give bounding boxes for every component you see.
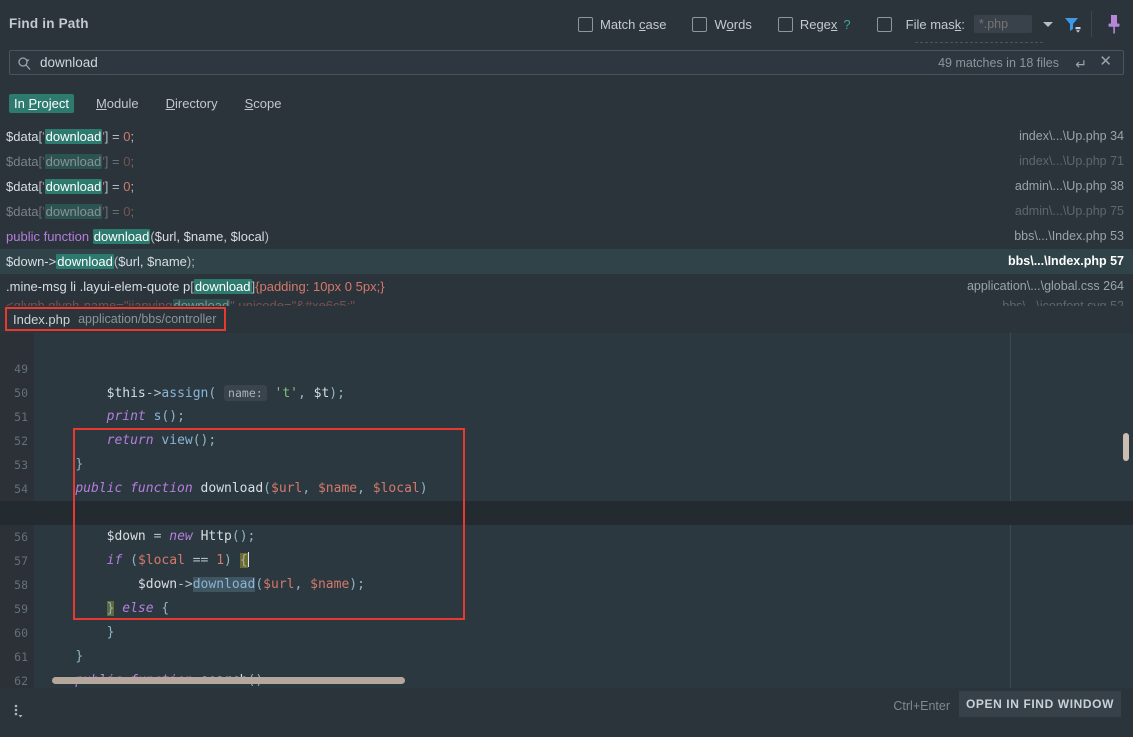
code-line[interactable]: 62 { xyxy=(0,645,1133,688)
words-option[interactable]: Words xyxy=(692,16,752,32)
more-options-icon[interactable] xyxy=(12,700,28,720)
toolbar-divider xyxy=(1091,11,1092,37)
file-name: Index.php xyxy=(13,311,71,327)
open-in-find-window-button[interactable]: OPEN IN FIND WINDOW xyxy=(959,691,1121,717)
list-item[interactable]: public function download($url, $name, $l… xyxy=(0,224,1133,249)
list-item[interactable]: .mine-msg li .layui-elem-quote p[downloa… xyxy=(0,274,1133,299)
file-directory: application/bbs/controller xyxy=(78,312,217,326)
result-path: admin\...\Up.php 38 xyxy=(1014,179,1124,193)
search-icon xyxy=(17,56,32,71)
match-case-checkbox[interactable] xyxy=(578,16,593,32)
regex-label: Regex xyxy=(799,16,838,32)
dialog-titlebar: Find in Path Match case Words Regex ? Fi… xyxy=(0,0,1133,46)
code-line[interactable]: 52 } xyxy=(0,405,1133,472)
code-line[interactable]: 51 return view(); xyxy=(0,381,1133,448)
result-snippet: $data['download'] = 0; xyxy=(6,154,135,169)
code-line[interactable]: 61 public function search() xyxy=(0,621,1133,688)
scope-tabs: In Project Module Directory Scope xyxy=(9,94,303,113)
list-item[interactable]: $data['download'] = 0; index\...\Up.php … xyxy=(0,124,1133,149)
match-case-label: Match case xyxy=(600,16,667,32)
tab-in-project[interactable]: In Project xyxy=(9,94,74,113)
result-path: bbs\...\Index.php 53 xyxy=(1014,229,1124,243)
search-row: download 49 matches in 18 files ↵ ✕ xyxy=(0,50,1133,76)
match-case-option[interactable]: Match case xyxy=(578,16,667,32)
result-snippet: $data['download'] = 0; xyxy=(6,179,135,194)
code-line[interactable]: 60 } xyxy=(0,597,1133,664)
code-line[interactable]: 54 { xyxy=(0,453,1133,520)
filter-icon[interactable] xyxy=(1062,14,1082,34)
regex-option[interactable]: Regex ? xyxy=(777,16,851,32)
list-item[interactable]: $data['download'] = 0; index\...\Up.php … xyxy=(0,149,1133,174)
code-line[interactable]: 49 $this->assign( name: 't', $t); xyxy=(0,333,1133,401)
result-path: admin\...\Up.php 75 xyxy=(1014,204,1124,218)
code-line[interactable]: 50 print s(); xyxy=(0,357,1133,424)
regex-help-icon[interactable]: ? xyxy=(843,17,850,32)
tab-module[interactable]: Module xyxy=(91,94,144,113)
search-results-list[interactable]: $data['download'] = 0; index\...\Up.php … xyxy=(0,124,1133,317)
file-mask-input[interactable] xyxy=(973,15,1032,33)
list-item[interactable]: $data['download'] = 0; admin\...\Up.php … xyxy=(0,199,1133,224)
search-options-group: Match case Words Regex ? File mask: xyxy=(578,14,1067,34)
result-path: index\...\Up.php 71 xyxy=(1019,154,1124,168)
search-input[interactable]: download 49 matches in 18 files ↵ ✕ xyxy=(9,50,1124,75)
code-line[interactable]: 53 public function download($url, $name,… xyxy=(0,429,1133,496)
code-preview[interactable]: 49 $this->assign( name: 't', $t); 50 pri… xyxy=(0,333,1133,688)
file-mask-label: File mask: xyxy=(905,16,965,32)
list-item[interactable]: $down->download($url, $name); bbs\...\In… xyxy=(0,249,1133,274)
page-title: Find in Path xyxy=(9,16,89,31)
file-mask-option[interactable]: File mask: xyxy=(876,15,1053,33)
tab-directory[interactable]: Directory xyxy=(161,94,223,113)
words-label: Words xyxy=(714,16,752,32)
horizontal-scrollbar[interactable] xyxy=(52,677,405,684)
file-mask-checkbox[interactable] xyxy=(876,16,892,32)
result-snippet: .mine-msg li .layui-elem-quote p[downloa… xyxy=(6,279,385,294)
enter-icon[interactable]: ↵ xyxy=(1075,56,1087,73)
regex-checkbox[interactable] xyxy=(777,16,793,32)
code-line[interactable]: 55 $down = new Http(); xyxy=(0,477,1133,544)
list-item[interactable]: $data['download'] = 0; admin\...\Up.php … xyxy=(0,174,1133,199)
result-path: bbs\...\Index.php 57 xyxy=(1008,254,1124,268)
code-line[interactable]: 59 } xyxy=(0,573,1133,640)
code-line[interactable]: 58 } else { xyxy=(0,549,1133,616)
result-snippet: public function download($url, $name, $l… xyxy=(6,229,269,244)
vertical-scrollbar[interactable] xyxy=(1123,433,1129,461)
close-icon[interactable]: ✕ xyxy=(1099,54,1112,70)
words-checkbox[interactable] xyxy=(692,16,708,32)
result-snippet: $data['download'] = 0; xyxy=(6,129,135,144)
preview-file-header: Index.php application/bbs/controller xyxy=(0,306,1133,332)
result-path: application\...\global.css 264 xyxy=(966,279,1124,293)
tab-scope[interactable]: Scope xyxy=(240,94,287,113)
file-mask-underline xyxy=(915,41,1043,43)
pin-icon[interactable] xyxy=(1105,13,1123,35)
search-input-value: download xyxy=(40,55,98,70)
result-path: index\...\Up.php 34 xyxy=(1019,129,1124,143)
find-in-path-dialog: Find in Path Match case Words Regex ? Fi… xyxy=(0,0,1133,737)
dialog-footer: Ctrl+Enter OPEN IN FIND WINDOW xyxy=(0,690,1133,737)
code-line[interactable]: 57 $down->download($url, $name); xyxy=(0,525,1133,592)
match-count-label: 49 matches in 18 files xyxy=(938,56,1059,70)
code-line-current[interactable]: 56 if ($local == 1) { xyxy=(0,501,1133,568)
chevron-down-icon[interactable] xyxy=(1042,21,1053,27)
result-snippet: $down->download($url, $name); xyxy=(6,254,195,269)
result-snippet: $data['download'] = 0; xyxy=(6,204,135,219)
shortcut-hint: Ctrl+Enter xyxy=(893,699,950,713)
file-header-highlight-box[interactable]: Index.php application/bbs/controller xyxy=(5,307,227,331)
